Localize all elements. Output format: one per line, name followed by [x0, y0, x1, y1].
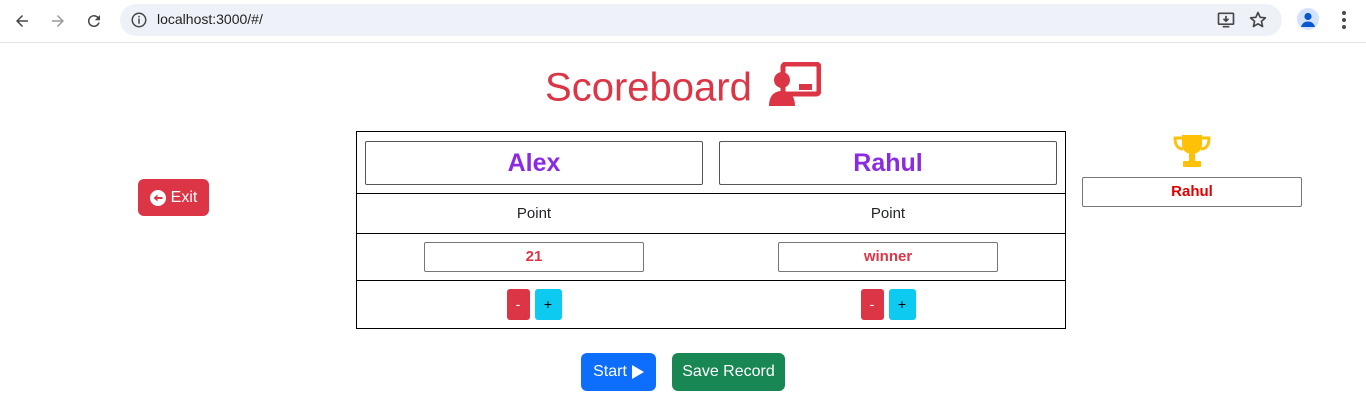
- back-button[interactable]: [8, 7, 36, 35]
- controls-cell: - +: [711, 280, 1066, 329]
- arrow-circle-left-icon: [149, 189, 166, 206]
- increment-button[interactable]: +: [534, 289, 562, 320]
- reload-button[interactable]: [80, 7, 108, 35]
- profile-icon: [1301, 12, 1315, 27]
- score-field[interactable]: winner: [778, 242, 998, 272]
- score-table: Alex Rahul Point Point 21 winner - + - +: [356, 131, 1066, 329]
- player-name-box: Rahul: [719, 140, 1057, 185]
- page-title-text: Scoreboard: [545, 65, 752, 110]
- profile-avatar[interactable]: [1297, 8, 1319, 30]
- url-text[interactable]: localhost:3000/#/: [157, 11, 263, 27]
- controls-cell: - +: [356, 280, 711, 329]
- exit-button[interactable]: Exit: [138, 179, 209, 216]
- info-icon[interactable]: [130, 11, 148, 29]
- start-button[interactable]: Start: [581, 353, 656, 391]
- score-controls: - +: [860, 289, 916, 320]
- player-cell: Rahul: [711, 131, 1066, 194]
- score-field[interactable]: 21: [424, 242, 644, 272]
- page-title: Scoreboard: [0, 60, 1366, 112]
- install-app-icon[interactable]: [1216, 10, 1236, 30]
- browser-toolbar: localhost:3000/#/: [0, 0, 1366, 43]
- score-cell: winner: [711, 233, 1066, 281]
- decrement-button[interactable]: -: [506, 289, 530, 320]
- chalkboard-user-icon: [768, 61, 822, 107]
- score-row: 21 winner: [356, 233, 1066, 281]
- bookmark-star-icon[interactable]: [1248, 10, 1268, 30]
- forward-button[interactable]: [44, 7, 72, 35]
- increment-button[interactable]: +: [888, 289, 916, 320]
- point-label: Point: [711, 193, 1066, 234]
- score-controls: - +: [506, 289, 562, 320]
- address-bar[interactable]: localhost:3000/#/: [120, 4, 1282, 36]
- decrement-button[interactable]: -: [860, 289, 884, 320]
- trophy-icon: [1173, 135, 1211, 167]
- player-name-row: Alex Rahul: [356, 131, 1066, 194]
- back-arrow-icon: [16, 15, 28, 27]
- forward-arrow-icon: [52, 15, 64, 27]
- start-label: Start: [593, 363, 627, 380]
- exit-label: Exit: [170, 188, 198, 206]
- player-cell: Alex: [356, 131, 711, 194]
- controls-row: - + - +: [356, 280, 1066, 329]
- winner-name: Rahul: [1082, 177, 1302, 207]
- player-name-box: Alex: [365, 140, 703, 185]
- save-record-button[interactable]: Save Record: [672, 353, 785, 391]
- point-label-row: Point Point: [356, 193, 1066, 234]
- more-menu-icon[interactable]: [1334, 9, 1354, 31]
- score-cell: 21: [356, 233, 711, 281]
- reload-icon: [87, 15, 100, 28]
- point-label: Point: [356, 193, 711, 234]
- play-icon: [631, 365, 644, 379]
